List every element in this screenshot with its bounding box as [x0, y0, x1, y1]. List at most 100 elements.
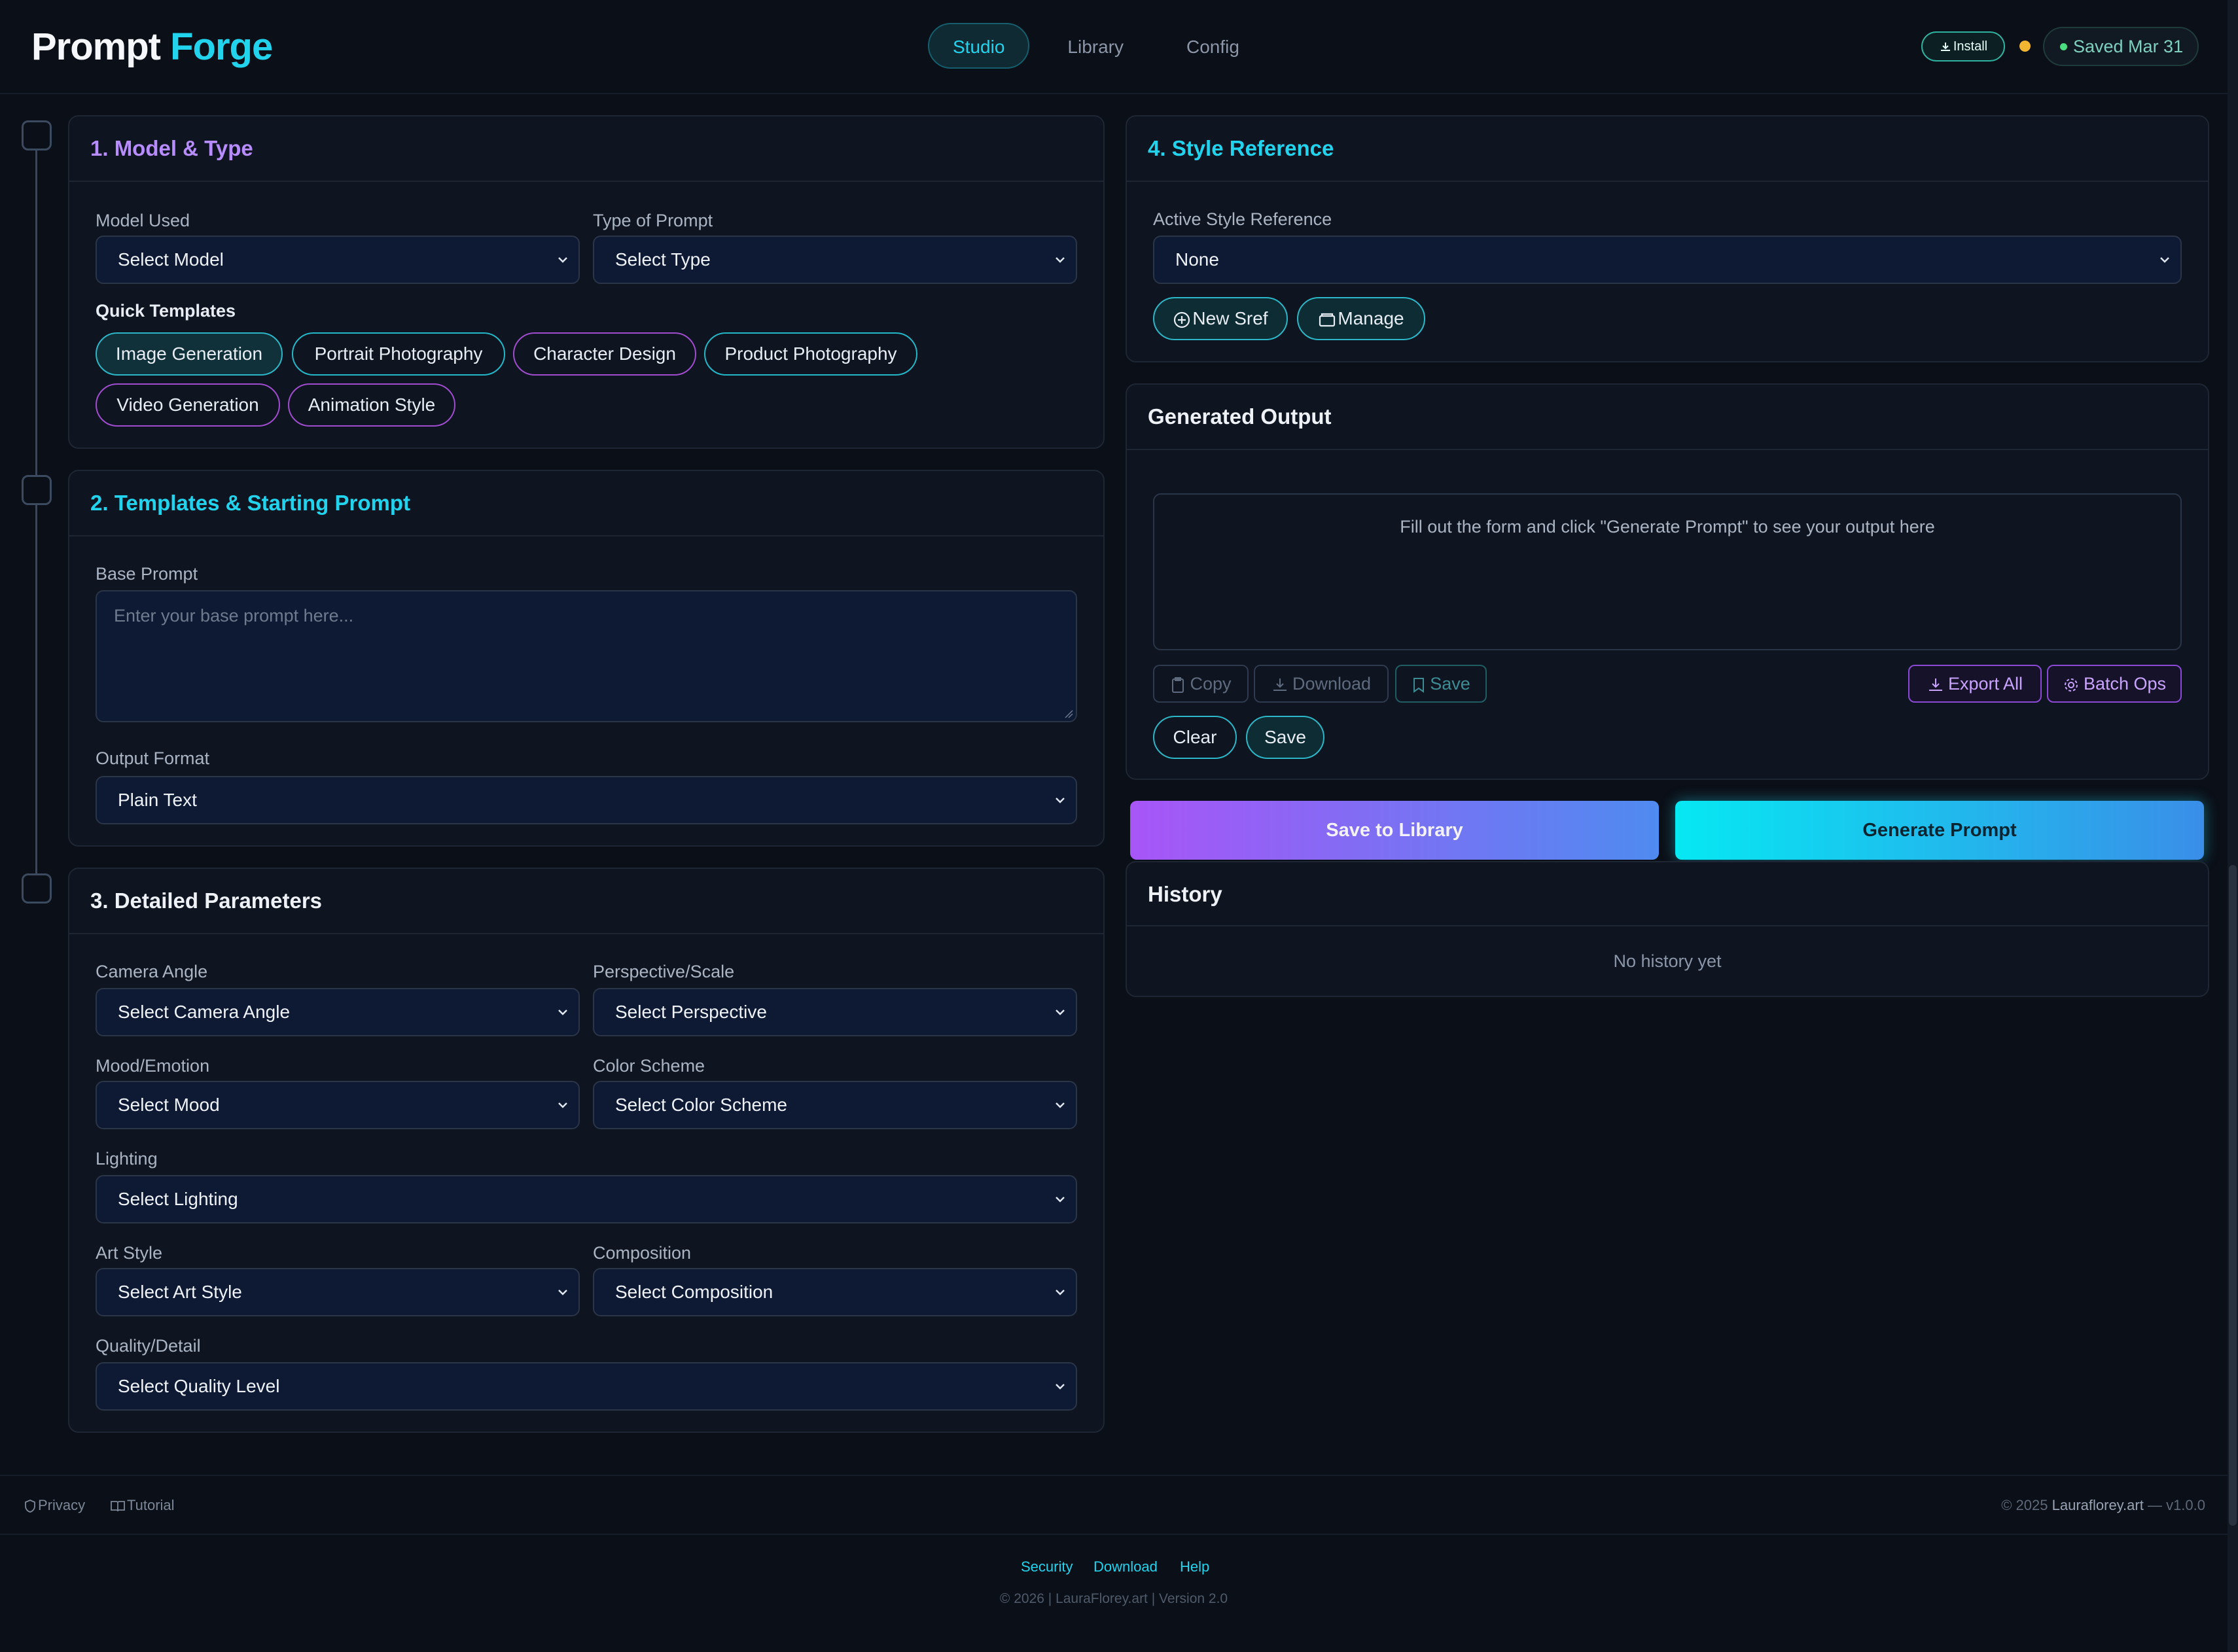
logo-word-forge: Forge — [170, 26, 273, 68]
quality-select[interactable]: Select Quality Level — [96, 1362, 1077, 1411]
generated-output-card: Generated Output Fill out the form and c… — [1126, 383, 2209, 780]
history-empty-text: No history yet — [1613, 951, 1722, 971]
main-nav: Studio Library Config — [928, 23, 1264, 69]
base-prompt-textarea[interactable]: Enter your base prompt here... — [96, 590, 1077, 722]
active-style-select[interactable]: None — [1153, 236, 2182, 284]
batch-ops-label: Batch Ops — [2083, 674, 2167, 694]
lighting-label: Lighting — [96, 1149, 158, 1169]
output-format-select[interactable]: Plain Text — [96, 776, 1077, 824]
gear-icon — [2064, 678, 2078, 692]
batch-ops-button[interactable]: Batch Ops — [2047, 665, 2182, 703]
generate-prompt-button[interactable]: Generate Prompt — [1675, 801, 2204, 860]
section-title: 1. Model & Type — [90, 136, 253, 160]
section-title: 3. Detailed Parameters — [90, 888, 323, 913]
clear-button[interactable]: Clear — [1153, 716, 1237, 759]
history-card: History No history yet — [1126, 861, 2209, 997]
step-rail — [35, 137, 37, 877]
chevron-down-icon — [558, 1010, 567, 1015]
tab-library[interactable]: Library — [1042, 23, 1148, 69]
template-chip-product-photography[interactable]: Product Photography — [704, 332, 917, 376]
type-select[interactable]: Select Type — [593, 236, 1077, 284]
save-button[interactable]: Save — [1246, 716, 1324, 759]
plus-circle-icon — [1174, 311, 1190, 328]
save-output-button[interactable]: Save — [1395, 665, 1487, 703]
download-button[interactable]: Download — [1254, 665, 1389, 703]
composition-select[interactable]: Select Composition — [593, 1268, 1077, 1316]
scrollbar-thumb[interactable] — [2229, 865, 2237, 1526]
active-style-label: Active Style Reference — [1153, 209, 1332, 229]
install-button[interactable]: Install — [1921, 31, 2005, 62]
step-2-checkbox[interactable] — [22, 475, 52, 505]
color-scheme-label: Color Scheme — [593, 1056, 705, 1076]
unsaved-indicator — [2019, 41, 2031, 52]
template-chip-video-generation[interactable]: Video Generation — [96, 383, 280, 427]
perspective-value: Select Perspective — [615, 1002, 767, 1022]
footer-link-download[interactable]: Download — [1093, 1558, 1158, 1575]
template-chip-portrait-photography[interactable]: Portrait Photography — [292, 332, 505, 376]
copyright-prefix: © 2025 — [2001, 1497, 2048, 1513]
new-sref-button[interactable]: New Sref — [1153, 297, 1288, 340]
tab-studio[interactable]: Studio — [928, 23, 1030, 69]
manage-button[interactable]: Manage — [1297, 297, 1425, 340]
logo-word-prompt: Prompt — [31, 26, 161, 68]
chevron-down-icon — [1056, 257, 1065, 263]
card-header: 4. Style Reference — [1127, 116, 2208, 182]
resize-handle-icon[interactable] — [1064, 709, 1073, 718]
template-chip-image-generation[interactable]: Image Generation — [96, 332, 283, 376]
section-title: History — [1148, 882, 1222, 906]
tutorial-link[interactable]: Tutorial — [110, 1497, 175, 1514]
saved-status-label: Saved Mar 31 — [2073, 37, 2184, 56]
composition-value: Select Composition — [615, 1282, 773, 1302]
style-reference-card: 4. Style Reference Active Style Referenc… — [1126, 115, 2209, 362]
card-header: History — [1127, 862, 2208, 926]
lighting-select[interactable]: Select Lighting — [96, 1175, 1077, 1223]
perspective-select[interactable]: Select Perspective — [593, 988, 1077, 1036]
color-scheme-select[interactable]: Select Color Scheme — [593, 1081, 1077, 1129]
app-logo[interactable]: Prompt Forge — [31, 25, 273, 69]
active-style-value: None — [1175, 249, 1219, 270]
type-label: Type of Prompt — [593, 211, 713, 230]
app-header: Prompt Forge Studio Library Config Insta… — [0, 0, 2238, 94]
output-display[interactable]: Fill out the form and click "Generate Pr… — [1153, 493, 2182, 650]
perspective-label: Perspective/Scale — [593, 962, 735, 981]
export-all-button[interactable]: Export All — [1908, 665, 2042, 703]
art-style-select[interactable]: Select Art Style — [96, 1268, 580, 1316]
tab-config[interactable]: Config — [1162, 23, 1264, 69]
detailed-parameters-card: 3. Detailed Parameters Camera Angle Sele… — [68, 868, 1105, 1433]
quick-templates-label: Quick Templates — [96, 301, 236, 321]
status-dot-icon — [2060, 43, 2067, 50]
lighting-value: Select Lighting — [118, 1189, 238, 1209]
step-3-checkbox[interactable] — [22, 873, 52, 904]
section-title: 4. Style Reference — [1148, 136, 1334, 160]
chevron-down-icon — [558, 257, 567, 263]
chevron-down-icon — [558, 1102, 567, 1108]
template-chip-animation-style[interactable]: Animation Style — [288, 383, 455, 427]
model-select[interactable]: Select Model — [96, 236, 580, 284]
camera-angle-select[interactable]: Select Camera Angle — [96, 988, 580, 1036]
copy-button[interactable]: Copy — [1153, 665, 1249, 703]
clipboard-icon — [1172, 677, 1184, 693]
card-header: 2. Templates & Starting Prompt — [69, 471, 1103, 536]
chevron-down-icon — [558, 1290, 567, 1295]
mood-value: Select Mood — [118, 1095, 220, 1115]
camera-angle-label: Camera Angle — [96, 962, 208, 981]
save-to-library-button[interactable]: Save to Library — [1130, 801, 1659, 860]
mood-select[interactable]: Select Mood — [96, 1081, 580, 1129]
step-1-checkbox[interactable] — [22, 120, 52, 150]
card-header: 3. Detailed Parameters — [69, 869, 1103, 934]
download-icon — [1940, 42, 1950, 51]
quality-label: Quality/Detail — [96, 1336, 201, 1356]
footer-link-security[interactable]: Security — [1021, 1558, 1073, 1575]
chevron-down-icon — [1056, 1010, 1065, 1015]
folder-icon — [1319, 313, 1336, 326]
art-style-value: Select Art Style — [118, 1282, 242, 1302]
privacy-link[interactable]: Privacy — [24, 1497, 85, 1514]
install-label: Install — [1953, 39, 1988, 54]
copyright-site[interactable]: Lauraflorey.art — [2052, 1497, 2144, 1513]
template-chip-character-design[interactable]: Character Design — [513, 332, 696, 376]
mood-label: Mood/Emotion — [96, 1056, 210, 1076]
download-icon — [1928, 678, 1942, 691]
footer-link-help[interactable]: Help — [1180, 1558, 1209, 1575]
tutorial-label: Tutorial — [127, 1497, 175, 1513]
copy-label: Copy — [1190, 674, 1232, 694]
